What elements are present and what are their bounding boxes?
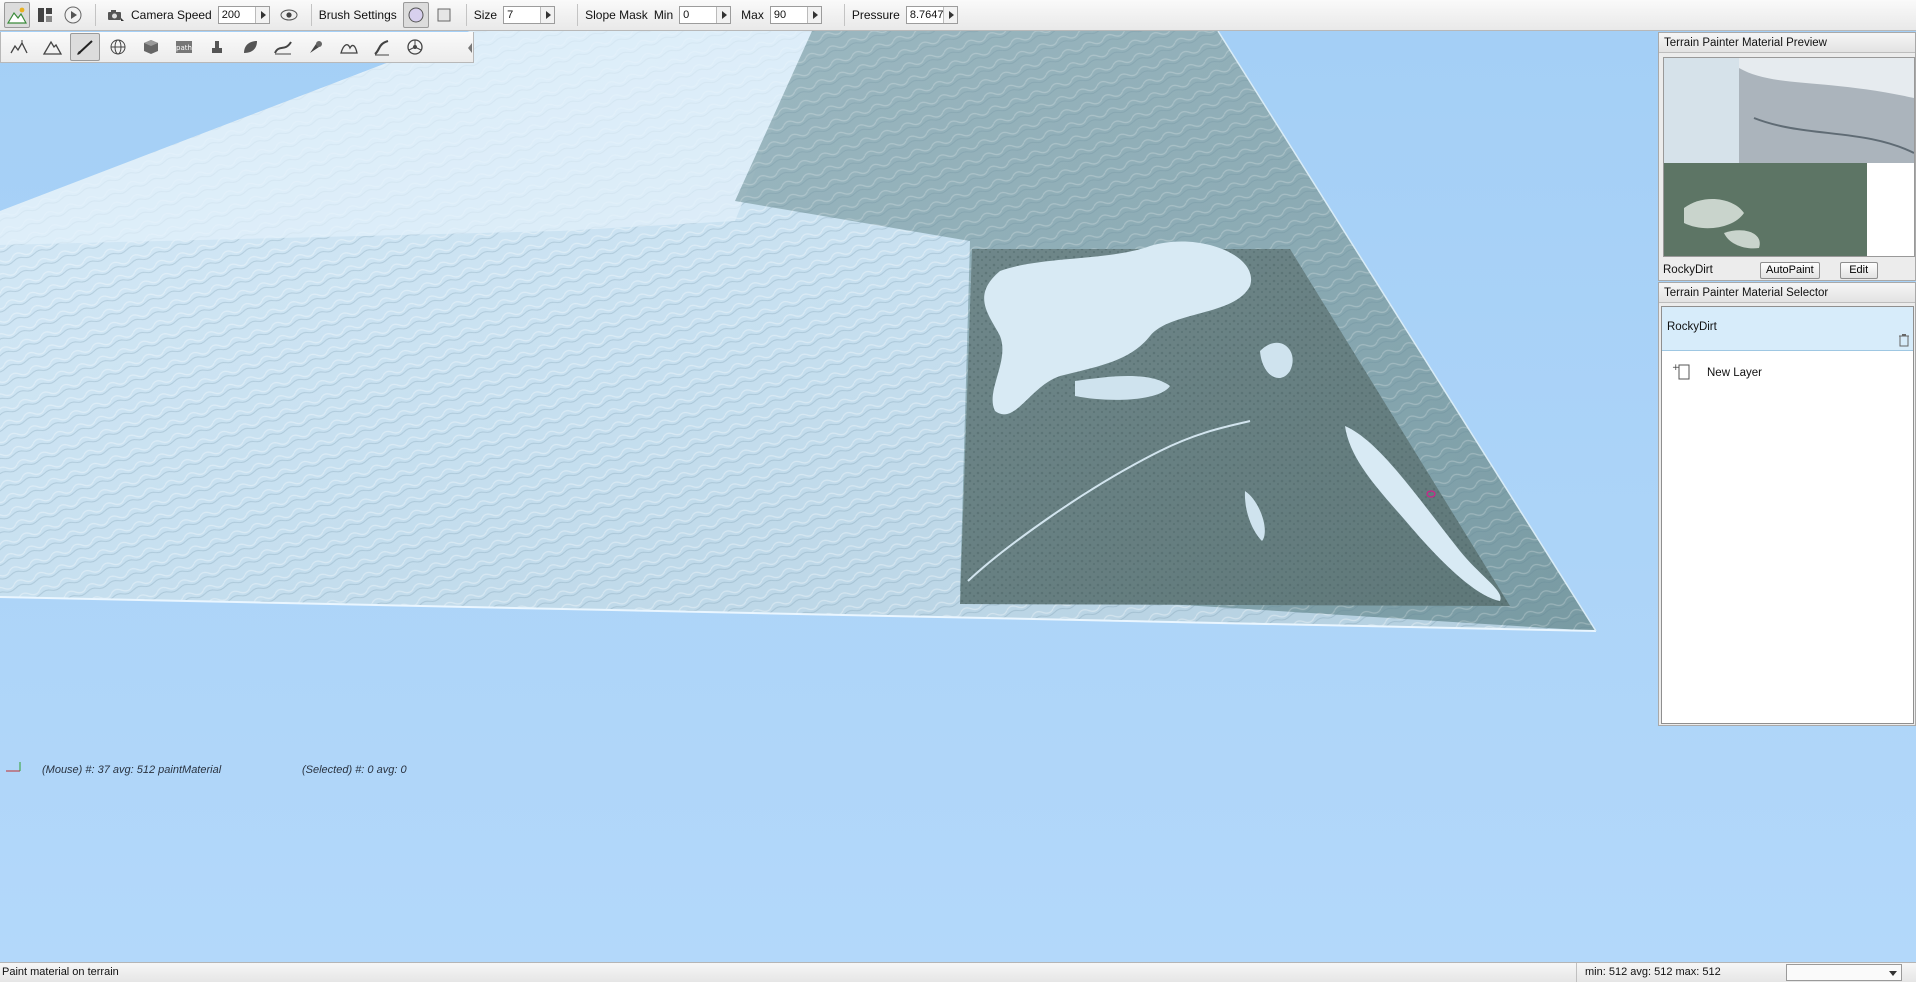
- slope-mask-label: Slope Mask: [585, 8, 648, 22]
- hills-icon[interactable]: [334, 33, 364, 61]
- elevate-icon[interactable]: [4, 33, 34, 61]
- camera-speed-arrow-icon[interactable]: [254, 7, 269, 23]
- toolbar-separator: [465, 4, 467, 26]
- size-arrow-icon[interactable]: [540, 7, 555, 23]
- square-brush-icon[interactable]: [431, 2, 457, 28]
- cube-icon[interactable]: [136, 33, 166, 61]
- leaf-icon[interactable]: [235, 33, 265, 61]
- svg-text:+: +: [1672, 363, 1680, 373]
- pressure-arrow-icon[interactable]: [942, 7, 957, 23]
- material-preview-image: [1663, 57, 1915, 257]
- layer-label: New Layer: [1707, 367, 1762, 379]
- slope-max-value: 90: [773, 9, 787, 21]
- status-dropdown[interactable]: [1786, 964, 1902, 981]
- camera-speed-label: Camera Speed: [131, 8, 212, 22]
- material-selector-panel: Terrain Painter Material Selector RockyD…: [1658, 282, 1916, 726]
- pressure-label: Pressure: [851, 8, 900, 22]
- toolbar-separator: [843, 4, 845, 26]
- 3d-viewport[interactable]: (Mouse) #: 37 avg: 512 paintMaterial (Se…: [0, 31, 1916, 962]
- selected-info: (Selected) #: 0 avg: 0: [302, 764, 407, 776]
- circle-brush-icon[interactable]: [402, 2, 429, 28]
- size-value: 7: [507, 9, 514, 21]
- brush-pencil-icon[interactable]: [70, 33, 100, 61]
- camera-speed-value: 200: [221, 9, 241, 21]
- toolbar-separator: [310, 4, 312, 26]
- main-toolbar: Camera Speed 200 Brush Settings Size 7 S…: [0, 0, 1916, 31]
- pin-icon[interactable]: [301, 33, 331, 61]
- play-icon[interactable]: [60, 2, 86, 28]
- status-message: Paint material on terrain: [2, 966, 119, 978]
- slope-min-field[interactable]: 0: [679, 6, 732, 24]
- terrain-editor-icon[interactable]: [4, 2, 30, 28]
- slope-min-label: Min: [653, 8, 674, 22]
- terrain-tools-toolbar: path: [0, 32, 474, 63]
- material-layer-list[interactable]: RockyDirt + New Layer: [1661, 306, 1914, 724]
- layout-icon[interactable]: [32, 2, 58, 28]
- steering-icon[interactable]: [400, 33, 430, 61]
- status-dropdown-value: [1787, 966, 1791, 978]
- material-preview-panel: Terrain Painter Material Preview RockyDi…: [1658, 32, 1916, 281]
- path-icon[interactable]: path: [169, 33, 199, 61]
- camera-icon[interactable]: [103, 2, 129, 28]
- slope-min-arrow-icon[interactable]: [716, 7, 731, 23]
- mountain-icon[interactable]: [37, 33, 67, 61]
- material-selector-title: Terrain Painter Material Selector: [1659, 283, 1915, 303]
- toolbar-separator: [95, 4, 96, 26]
- preview-controls: RockyDirt AutoPaint Edit: [1663, 260, 1913, 280]
- river-icon[interactable]: [268, 33, 298, 61]
- terrain-canvas[interactable]: [0, 31, 1916, 962]
- layer-item-rockydirt[interactable]: RockyDirt: [1662, 307, 1913, 351]
- material-preview-title: Terrain Painter Material Preview: [1659, 33, 1915, 53]
- status-bar: Paint material on terrain min: 512 avg: …: [0, 962, 1916, 982]
- preview-material-name: RockyDirt: [1663, 264, 1713, 276]
- slope-max-label: Max: [741, 8, 764, 22]
- road-icon[interactable]: [367, 33, 397, 61]
- layer-label: RockyDirt: [1667, 321, 1717, 333]
- path-icon-text: path: [176, 44, 192, 52]
- slope-max-field[interactable]: 90: [769, 6, 822, 24]
- slope-min-value: 0: [683, 9, 690, 21]
- status-stats: min: 512 avg: 512 max: 512: [1576, 963, 1782, 982]
- camera-speed-field[interactable]: 200: [217, 6, 270, 24]
- pressure-field[interactable]: 8.7647: [905, 6, 958, 24]
- stamp-icon[interactable]: [202, 33, 232, 61]
- toolbar-separator: [577, 4, 579, 26]
- mouse-info: (Mouse) #: 37 avg: 512 paintMaterial: [42, 764, 222, 776]
- size-field[interactable]: 7: [503, 6, 556, 24]
- eye-icon[interactable]: [276, 2, 302, 28]
- globe-icon[interactable]: [103, 33, 133, 61]
- edit-button[interactable]: Edit: [1839, 261, 1878, 279]
- new-layer-icon: +: [1672, 362, 1692, 385]
- size-label: Size: [473, 8, 498, 22]
- brush-settings-label: Brush Settings: [318, 8, 397, 22]
- autopaint-button[interactable]: AutoPaint: [1760, 261, 1820, 279]
- layer-item-new-layer[interactable]: + New Layer: [1672, 362, 1762, 384]
- slope-max-arrow-icon[interactable]: [806, 7, 821, 23]
- trash-icon[interactable]: [1898, 333, 1910, 350]
- toolbar-collapse-handle[interactable]: [466, 40, 474, 56]
- pressure-value: 8.7647: [909, 9, 943, 21]
